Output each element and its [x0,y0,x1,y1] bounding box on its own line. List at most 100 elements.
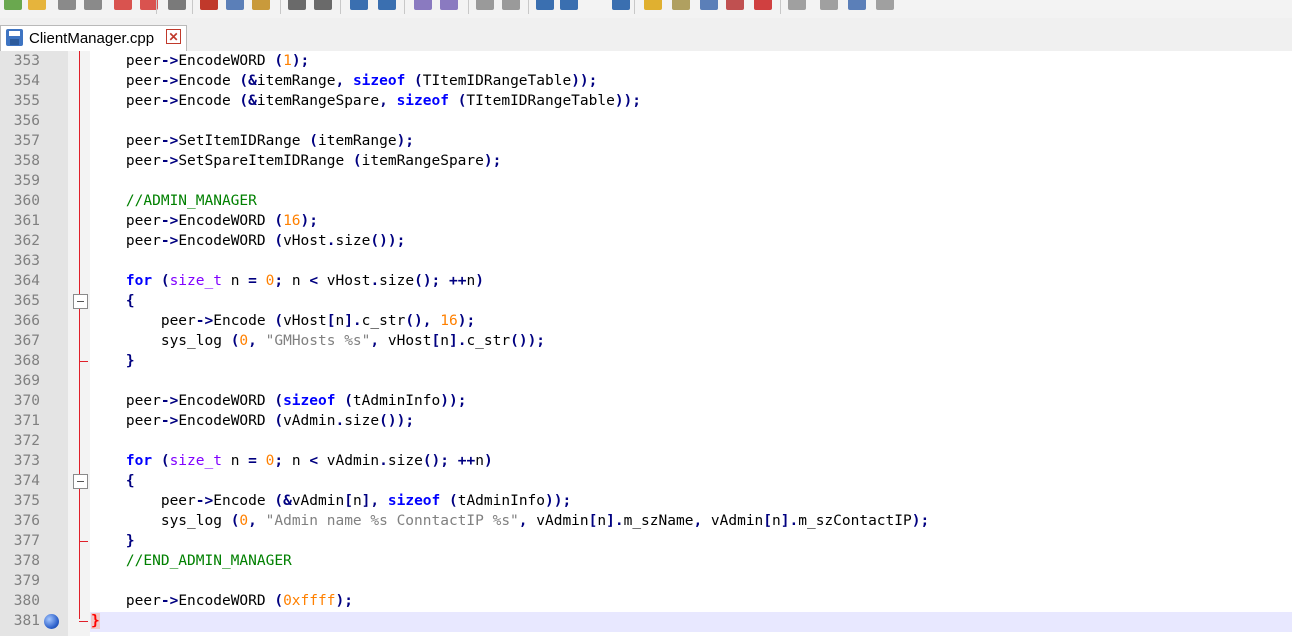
code-line: 365 { [0,291,1292,311]
line-number: 375 [13,493,40,509]
code-line: 376 sys_log (0, "Admin name %s ConntactI… [0,511,1292,531]
fold-collapse-icon[interactable] [73,294,88,309]
stop-record-icon[interactable] [788,0,806,10]
cut-icon[interactable] [200,0,218,10]
line-number: 377 [13,533,40,549]
close-icon[interactable] [114,0,132,10]
line-number: 363 [13,253,40,269]
line-number: 362 [13,233,40,249]
code-text: peer->Encode (&itemRange, sizeof (TItemI… [125,73,598,89]
record-macro-icon[interactable] [754,0,772,10]
code-line: 371 peer->EncodeWORD (vAdmin.size()); [0,411,1292,431]
code-line: 375 peer->Encode (&vAdmin[n], sizeof (tA… [0,491,1292,511]
line-number: 366 [13,313,40,329]
code-text: peer->EncodeWORD (sizeof (tAdminInfo)); [125,393,467,409]
code-line: 372 [0,431,1292,451]
code-text: peer->SetItemIDRange (itemRange); [125,133,415,149]
line-number: 361 [13,213,40,229]
indent-guide-icon[interactable] [612,0,630,10]
open-file-icon[interactable] [28,0,46,10]
code-text: } [125,533,135,549]
code-line: 368 } [0,351,1292,371]
save-all-icon[interactable] [84,0,102,10]
code-text: peer->EncodeWORD (vHost.size()); [125,233,406,249]
main-toolbar [0,0,1292,18]
saved-file-icon [6,29,23,46]
code-line: 373 for (size_t n = 0; n < vAdmin.size()… [0,451,1292,471]
code-line: 363 [0,251,1292,271]
code-line: 359 [0,171,1292,191]
code-line: 367 sys_log (0, "GMHosts %s", vHost[n].c… [0,331,1292,351]
line-number: 365 [13,293,40,309]
code-line: 361 peer->EncodeWORD (16); [0,211,1292,231]
code-line: 369 [0,371,1292,391]
undo-icon[interactable] [288,0,306,10]
toolbar-separator [404,0,405,14]
code-line: 380 peer->EncodeWORD (0xffff); [0,591,1292,611]
code-line: 374 { [0,471,1292,491]
code-line: 381} [0,611,1292,631]
toolbar-separator [156,0,157,14]
run-macro-multiple-icon[interactable] [848,0,866,10]
find-icon[interactable] [350,0,368,10]
close-tab-icon[interactable]: ✕ [166,29,181,44]
fold-collapse-icon[interactable] [73,474,88,489]
line-number: 359 [13,173,40,189]
print-icon[interactable] [168,0,186,10]
line-number: 364 [13,273,40,289]
code-text: sys_log (0, "Admin name %s ConntactIP %s… [160,513,930,529]
code-text: sys_log (0, "GMHosts %s", vHost[n].c_str… [160,333,546,349]
toolbar-separator [340,0,341,14]
zoom-in-icon[interactable] [414,0,432,10]
function-list-icon[interactable] [700,0,718,10]
code-line: 378 //END_ADMIN_MANAGER [0,551,1292,571]
code-text: peer->EncodeWORD (0xffff); [125,593,353,609]
monitor-icon[interactable] [726,0,744,10]
code-text: for (size_t n = 0; n < vAdmin.size(); ++… [125,453,493,469]
replace-icon[interactable] [378,0,396,10]
line-number: 369 [13,373,40,389]
sync-v-icon[interactable] [476,0,494,10]
play-macro-icon[interactable] [820,0,838,10]
code-line: 358 peer->SetSpareItemIDRange (itemRange… [0,151,1292,171]
code-line: 366 peer->Encode (vHost[n].c_str(), 16); [0,311,1292,331]
code-text: peer->Encode (&vAdmin[n], sizeof (tAdmin… [160,493,572,509]
line-number: 370 [13,393,40,409]
code-text: peer->SetSpareItemIDRange (itemRangeSpar… [125,153,502,169]
code-line: 362 peer->EncodeWORD (vHost.size()); [0,231,1292,251]
line-number: 373 [13,453,40,469]
code-text: for (size_t n = 0; n < vHost.size(); ++n… [125,273,484,289]
tab-client-manager-cpp[interactable]: ClientManager.cpp ✕ [0,25,187,51]
fold-end-marker [79,361,88,362]
redo-icon[interactable] [314,0,332,10]
code-line: 377 } [0,531,1292,551]
code-line: 364 for (size_t n = 0; n < vHost.size();… [0,271,1292,291]
code-line: 357 peer->SetItemIDRange (itemRange); [0,131,1292,151]
copy-icon[interactable] [226,0,244,10]
word-wrap-icon[interactable] [536,0,554,10]
line-number: 378 [13,553,40,569]
save-macro-icon[interactable] [876,0,894,10]
document-map-icon[interactable] [672,0,690,10]
save-icon[interactable] [58,0,76,10]
fold-end-marker [79,621,88,622]
sync-h-icon[interactable] [502,0,520,10]
code-text: } [125,353,135,369]
code-editor[interactable]: 353 peer->EncodeWORD (1); 354 peer->Encod… [0,51,1292,636]
code-text: peer->Encode (&itemRangeSpare, sizeof (T… [125,93,642,109]
new-file-icon[interactable] [4,0,22,10]
code-text: peer->EncodeWORD (1); [125,53,310,69]
zoom-out-icon[interactable] [440,0,458,10]
show-all-icon[interactable] [560,0,578,10]
line-number: 356 [13,113,40,129]
toolbar-separator [280,0,281,14]
line-number: 368 [13,353,40,369]
line-number: 379 [13,573,40,589]
tab-filename: ClientManager.cpp [29,30,155,47]
paste-icon[interactable] [252,0,270,10]
line-number: 360 [13,193,40,209]
document-tab-bar: ClientManager.cpp ✕ [0,18,1292,52]
code-line: 355 peer->Encode (&itemRangeSpare, sizeo… [0,91,1292,111]
toolbar-separator [634,0,635,14]
folder-icon[interactable] [644,0,662,10]
